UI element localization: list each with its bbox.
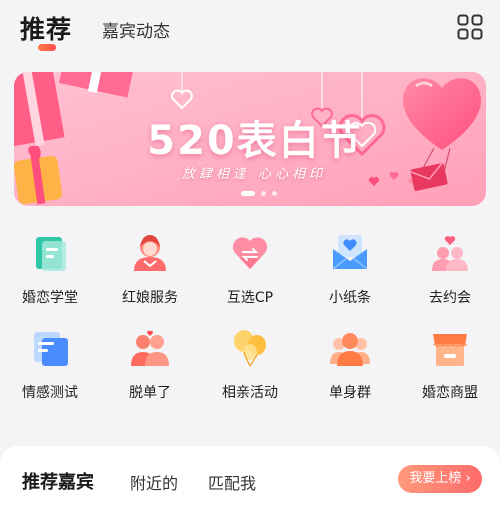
feature-emotion-test[interactable]: 情感测试 xyxy=(0,320,100,410)
carousel-dot[interactable] xyxy=(261,191,266,196)
group-icon xyxy=(330,333,370,366)
feature-label: 相亲活动 xyxy=(222,385,278,401)
feature-marriage-alliance[interactable]: 婚恋商盟 xyxy=(400,320,500,410)
banner-title: 520表白节 xyxy=(147,118,363,164)
tab-nearby[interactable]: 附近的 xyxy=(130,470,178,494)
couple-icon xyxy=(131,330,169,366)
tab-guest-feed[interactable]: 嘉宾动态 xyxy=(102,17,170,42)
feature-label: 去约会 xyxy=(429,290,471,306)
feature-note[interactable]: 小纸条 xyxy=(300,225,400,315)
carousel-dots[interactable] xyxy=(241,191,277,196)
tab-recommend[interactable]: 推荐 xyxy=(20,10,72,46)
carousel-dot[interactable] xyxy=(272,191,277,196)
shop-icon xyxy=(433,334,467,366)
book-icon xyxy=(36,237,66,271)
chevron-right-icon: › xyxy=(465,471,471,486)
balloon-icon xyxy=(234,330,266,367)
get-ranked-label: 我要上榜 xyxy=(409,471,462,486)
feature-label: 婚恋学堂 xyxy=(22,290,78,306)
feature-singles-group[interactable]: 单身群 xyxy=(300,320,400,410)
matchmaker-icon xyxy=(134,235,166,271)
carousel-dot[interactable] xyxy=(241,191,255,196)
feature-label: 情感测试 xyxy=(22,385,78,401)
feature-label: 红娘服务 xyxy=(122,290,178,306)
active-tab-indicator xyxy=(38,44,56,51)
tab-recommended-guests[interactable]: 推荐嘉宾 xyxy=(22,468,94,494)
feature-label: 婚恋商盟 xyxy=(422,385,478,401)
get-ranked-button[interactable]: 我要上榜 › xyxy=(398,465,482,493)
promo-banner[interactable]: 520表白节 放肆相逢 心心相印 xyxy=(14,72,486,206)
feature-label: 互选CP xyxy=(226,290,274,306)
envelope-icon xyxy=(332,235,368,270)
heart-swap-icon xyxy=(232,237,268,269)
test-icon xyxy=(34,332,68,366)
date-icon xyxy=(432,236,468,271)
feature-date[interactable]: 去约会 xyxy=(400,225,500,315)
recommend-guests-panel: 推荐嘉宾 附近的 匹配我 我要上榜 › xyxy=(0,446,500,506)
tab-matches-me[interactable]: 匹配我 xyxy=(208,470,256,494)
feature-label: 小纸条 xyxy=(329,290,371,306)
feature-label: 脱单了 xyxy=(129,385,171,401)
feature-matchmaker[interactable]: 红娘服务 xyxy=(100,225,200,315)
grid-icon[interactable] xyxy=(457,14,483,40)
banner-subtitle: 放肆相逢 心心相印 xyxy=(181,167,327,182)
feature-mutual-cp[interactable]: 互选CP xyxy=(200,225,300,315)
top-nav: 推荐 嘉宾动态 xyxy=(0,0,500,60)
feature-label: 单身群 xyxy=(329,385,371,401)
feature-marriage-school[interactable]: 婚恋学堂 xyxy=(0,225,100,315)
feature-blind-date-event[interactable]: 相亲活动 xyxy=(200,320,300,410)
feature-got-partner[interactable]: 脱单了 xyxy=(100,320,200,410)
